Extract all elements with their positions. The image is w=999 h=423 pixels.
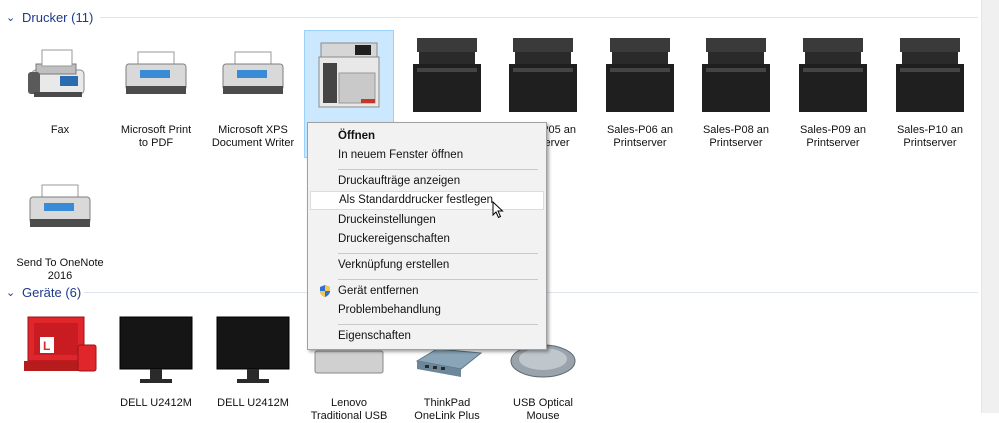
printer-send-to-onenote[interactable]: Send To OneNote 2016 [15, 165, 105, 283]
group-title-printers: Drucker (11) [22, 9, 94, 25]
multifunction-printer-icon [318, 42, 380, 108]
printer-label: Microsoft Print to PDF [120, 124, 192, 149]
device-lenovo-laptop[interactable]: L [15, 305, 105, 397]
multifunction-printer-icon [896, 38, 964, 112]
mouse-cursor-icon [492, 201, 504, 219]
svg-text:L: L [43, 339, 50, 353]
group-title-devices: Geräte (6) [22, 284, 82, 300]
group-header-devices[interactable]: ⌄ Geräte (6) [6, 282, 81, 302]
menu-item-printer-properties[interactable]: Druckereigenschaften [310, 230, 544, 249]
menu-item-open[interactable]: Öffnen [310, 127, 544, 146]
device-label: ThinkPad OneLink Plus [414, 397, 480, 422]
multifunction-printer-icon [606, 38, 674, 112]
menu-separator [338, 279, 538, 280]
printer-label: Sales-P10 an Printserver [896, 124, 964, 149]
device-label: DELL U2412M [120, 397, 192, 409]
printer-sales-p06[interactable]: Sales-P06 an Printserver [595, 32, 685, 150]
menu-item-remove-device[interactable]: Gerät entfernen [310, 282, 544, 301]
printer-label: Sales-P09 an Printserver [799, 124, 867, 149]
menu-separator [338, 253, 538, 254]
device-dell-u2412m-1[interactable]: DELL U2412M [111, 305, 201, 410]
printer-icon [29, 184, 91, 227]
menu-item-properties[interactable]: Eigenschaften [310, 327, 544, 346]
monitor-icon [119, 316, 193, 383]
printer-label: Fax [50, 124, 70, 136]
printer-microsoft-print-to-pdf[interactable]: Microsoft Print to PDF [111, 32, 201, 150]
scrollbar[interactable] [981, 0, 999, 413]
device-label: USB Optical Mouse [513, 397, 573, 422]
group-divider [100, 17, 978, 18]
device-label: DELL U2412M [217, 397, 289, 409]
printer-icon [222, 51, 284, 94]
printer-sales-p08[interactable]: Sales-P08 an Printserver [691, 32, 781, 150]
context-menu: Öffnen In neuem Fenster öffnen Druckauft… [307, 122, 547, 350]
multifunction-printer-icon [509, 38, 577, 112]
printer-label: Sales-P06 an Printserver [606, 124, 674, 149]
group-header-printers[interactable]: ⌄ Drucker (11) [6, 7, 93, 27]
printer-label: Sales-P08 an Printserver [702, 124, 770, 149]
printer-icon [125, 51, 187, 94]
menu-item-open-new-window[interactable]: In neuem Fenster öffnen [310, 146, 544, 165]
chevron-down-icon[interactable]: ⌄ [6, 286, 20, 299]
printer-microsoft-xps[interactable]: Microsoft XPS Document Writer [208, 32, 298, 150]
menu-separator [338, 324, 538, 325]
menu-item-printing-preferences[interactable]: Druckeinstellungen [310, 211, 544, 230]
printer-sales-p01[interactable] [402, 32, 492, 120]
shield-icon [320, 285, 330, 297]
menu-item-troubleshoot[interactable]: Problembehandlung [310, 301, 544, 320]
chevron-down-icon[interactable]: ⌄ [6, 11, 20, 24]
menu-item-label: Gerät entfernen [338, 285, 419, 297]
multifunction-printer-icon [799, 38, 867, 112]
printer-label: Send To OneNote 2016 [16, 257, 104, 282]
menu-separator [338, 169, 538, 170]
multifunction-printer-icon [413, 38, 481, 112]
computer-icon: L [24, 316, 97, 372]
multifunction-printer-icon [702, 38, 770, 112]
monitor-icon [216, 316, 290, 383]
printer-label: Microsoft XPS Document Writer [211, 124, 295, 149]
printer-fax[interactable]: Fax [15, 32, 105, 137]
menu-item-create-shortcut[interactable]: Verknüpfung erstellen [310, 256, 544, 275]
device-dell-u2412m-2[interactable]: DELL U2412M [208, 305, 298, 410]
printer-sales-p10[interactable]: Sales-P10 an Printserver [885, 32, 975, 150]
printer-sales-p09[interactable]: Sales-P09 an Printserver [788, 32, 878, 150]
menu-item-set-default-printer[interactable]: Als Standarddrucker festlegen [310, 191, 544, 210]
device-label: Lenovo Traditional USB [310, 397, 388, 422]
menu-item-show-print-jobs[interactable]: Druckaufträge anzeigen [310, 172, 544, 191]
fax-icon [28, 49, 85, 97]
